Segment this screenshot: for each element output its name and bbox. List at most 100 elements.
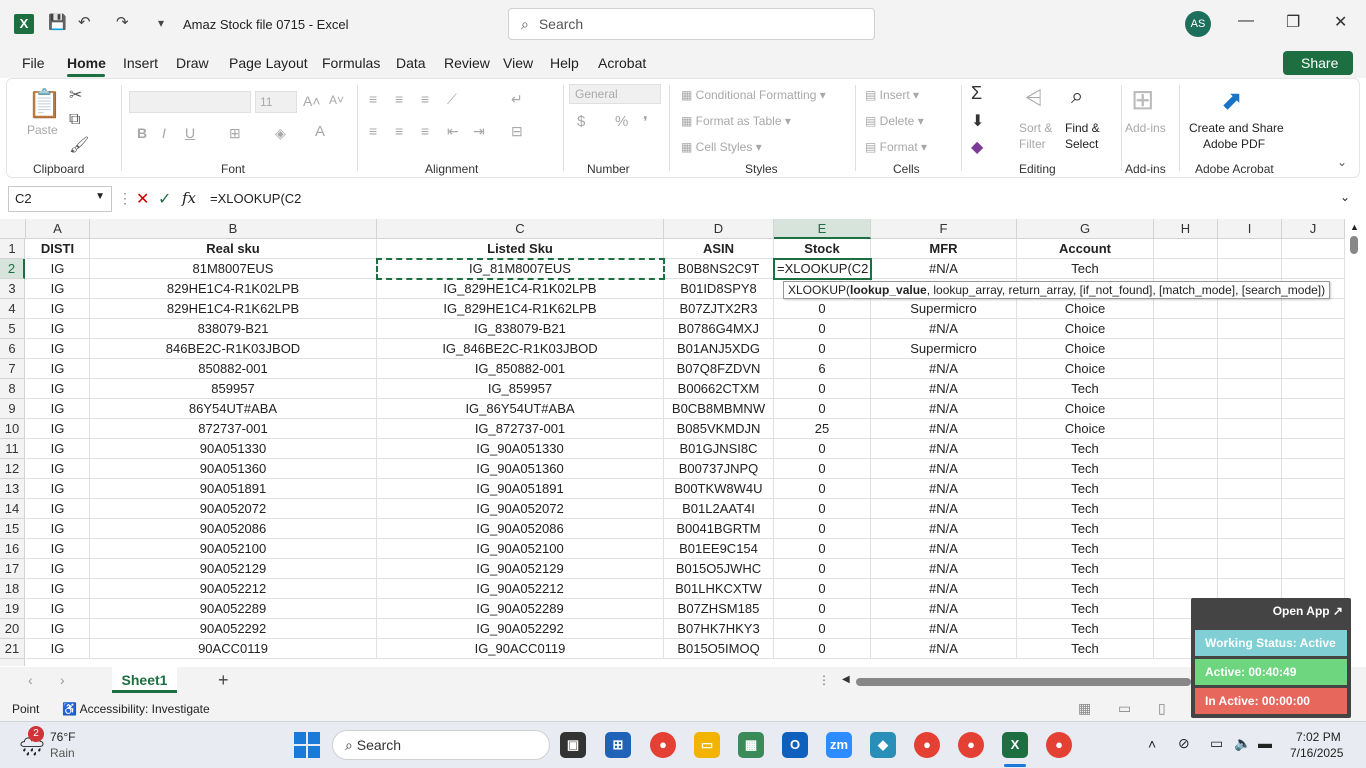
table-cell[interactable]: IG [26, 379, 90, 399]
table-cell[interactable]: #N/A [871, 639, 1017, 659]
table-cell[interactable]: #N/A [871, 599, 1017, 619]
open-app-link[interactable]: Open App ↗ [1273, 604, 1343, 618]
empty-cell[interactable] [1282, 259, 1345, 279]
table-cell[interactable]: B07ZHSM185 [664, 599, 774, 619]
table-cell[interactable]: IG [26, 499, 90, 519]
name-box[interactable]: C2 ▼ [8, 186, 112, 212]
paste-icon[interactable]: 📋 [27, 87, 62, 120]
chrome-profile-icon[interactable]: ● [1046, 732, 1072, 758]
tab-file[interactable]: File [22, 55, 45, 71]
table-cell[interactable]: 0 [774, 539, 871, 559]
empty-cell[interactable] [1218, 419, 1282, 439]
table-cell[interactable]: IG [26, 619, 90, 639]
table-cell[interactable]: 81M8007EUS [90, 259, 377, 279]
bold-icon[interactable]: B [137, 125, 147, 141]
empty-cell[interactable] [1282, 399, 1345, 419]
empty-cell[interactable] [1218, 299, 1282, 319]
table-cell[interactable]: B01EE9C154 [664, 539, 774, 559]
align-center-icon[interactable]: ≡ [395, 123, 403, 139]
table-cell[interactable]: B0786G4MXJ [664, 319, 774, 339]
table-cell[interactable]: IG [26, 279, 90, 299]
table-cell[interactable]: IG [26, 319, 90, 339]
collapse-ribbon-icon[interactable]: ⌄ [1337, 155, 1347, 169]
table-cell[interactable]: IG_90A051360 [377, 459, 664, 479]
table-cell[interactable]: IG [26, 439, 90, 459]
table-cell[interactable]: Choice [1017, 319, 1154, 339]
table-cell[interactable]: 6 [774, 359, 871, 379]
empty-cell[interactable] [1282, 579, 1345, 599]
table-cell[interactable]: IG [26, 639, 90, 659]
table-cell[interactable]: IG_846BE2C-R1K03JBOD [377, 339, 664, 359]
number-format-select[interactable]: General [569, 84, 661, 104]
table-cell[interactable]: IG_829HE1C4-R1K02LPB [377, 279, 664, 299]
empty-cell[interactable] [1282, 499, 1345, 519]
table-cell[interactable]: Choice [1017, 419, 1154, 439]
increase-font-icon[interactable]: A˄ [303, 93, 321, 109]
table-cell[interactable]: Choice [1017, 339, 1154, 359]
table-cell[interactable]: 0 [774, 459, 871, 479]
page-break-view-icon[interactable]: ▯ [1158, 700, 1166, 717]
table-cell[interactable]: IG_90A052129 [377, 559, 664, 579]
header-cell[interactable]: DISTI [26, 239, 90, 259]
empty-cell[interactable] [1218, 439, 1282, 459]
table-cell[interactable]: 0 [774, 479, 871, 499]
align-bottom-icon[interactable]: ≡ [421, 91, 429, 107]
battery-icon[interactable]: ▬ [1258, 735, 1272, 751]
comma-icon[interactable]: ❜ [643, 113, 648, 131]
table-cell[interactable]: B00737JNPQ [664, 459, 774, 479]
table-cell[interactable]: 86Y54UT#ABA [90, 399, 377, 419]
search-box[interactable]: ⌕ Search [508, 8, 875, 40]
table-cell[interactable]: 0 [774, 499, 871, 519]
align-top-icon[interactable]: ≡ [369, 91, 377, 107]
format-cells-button[interactable]: ▤ Format ▾ [865, 140, 927, 154]
percent-icon[interactable]: % [615, 113, 628, 130]
table-cell[interactable]: 0 [774, 579, 871, 599]
empty-cell[interactable] [1154, 579, 1218, 599]
scroll-left-icon[interactable]: ◀ [842, 674, 850, 685]
empty-cell[interactable] [1154, 339, 1218, 359]
table-cell[interactable]: 0 [774, 339, 871, 359]
table-cell[interactable]: Tech [1017, 459, 1154, 479]
row-header[interactable]: 17 [0, 559, 25, 579]
table-cell[interactable]: IG_850882-001 [377, 359, 664, 379]
table-cell[interactable]: B015O5IMOQ [664, 639, 774, 659]
table-cell[interactable]: 829HE1C4-R1K02LPB [90, 279, 377, 299]
empty-cell[interactable] [1282, 519, 1345, 539]
empty-cell[interactable] [1154, 559, 1218, 579]
table-cell[interactable]: IG [26, 539, 90, 559]
column-header[interactable]: G [1017, 219, 1154, 239]
empty-cell[interactable] [1154, 359, 1218, 379]
row-header[interactable]: 9 [0, 399, 25, 419]
adobe-pdf-label[interactable]: Adobe PDF [1203, 137, 1265, 151]
table-cell[interactable]: 859957 [90, 379, 377, 399]
format-as-table-button[interactable]: ▦ Format as Table ▾ [681, 114, 791, 128]
row-header[interactable]: 13 [0, 479, 25, 499]
scroll-up-icon[interactable]: ▲ [1350, 222, 1359, 232]
horizontal-scroll-thumb[interactable] [856, 678, 1191, 686]
active-cell-editor[interactable]: =XLOOKUP(C2 [773, 258, 872, 280]
fill-icon[interactable]: ⬇ [971, 111, 984, 131]
create-share-label[interactable]: Create and Share [1189, 121, 1284, 135]
underline-icon[interactable]: U [185, 125, 195, 141]
filter-label[interactable]: Filter [1019, 137, 1046, 151]
clock-time[interactable]: 7:02 PM [1296, 730, 1341, 744]
row-header[interactable]: 2 [0, 259, 25, 279]
tab-page-layout[interactable]: Page Layout [229, 55, 308, 71]
add-sheet-icon[interactable]: + [218, 670, 229, 691]
empty-cell[interactable] [1282, 559, 1345, 579]
table-cell[interactable]: 90A052086 [90, 519, 377, 539]
tab-formulas[interactable]: Formulas [322, 55, 380, 71]
cut-icon[interactable]: ✂ [69, 85, 82, 105]
file-explorer-icon[interactable]: ▭ [694, 732, 720, 758]
table-cell[interactable]: B00662CTXM [664, 379, 774, 399]
row-header[interactable]: 15 [0, 519, 25, 539]
align-middle-icon[interactable]: ≡ [395, 91, 403, 107]
empty-cell[interactable] [1154, 259, 1218, 279]
table-cell[interactable]: #N/A [871, 359, 1017, 379]
expand-formula-icon[interactable]: ⌄ [1340, 190, 1350, 204]
outlook-icon[interactable]: O [782, 732, 808, 758]
table-cell[interactable]: B01ID8SPY8 [664, 279, 774, 299]
accessibility-button[interactable]: ♿ Accessibility: Investigate [62, 702, 210, 716]
delete-cells-button[interactable]: ▤ Delete ▾ [865, 114, 924, 128]
table-cell[interactable]: 0 [774, 439, 871, 459]
